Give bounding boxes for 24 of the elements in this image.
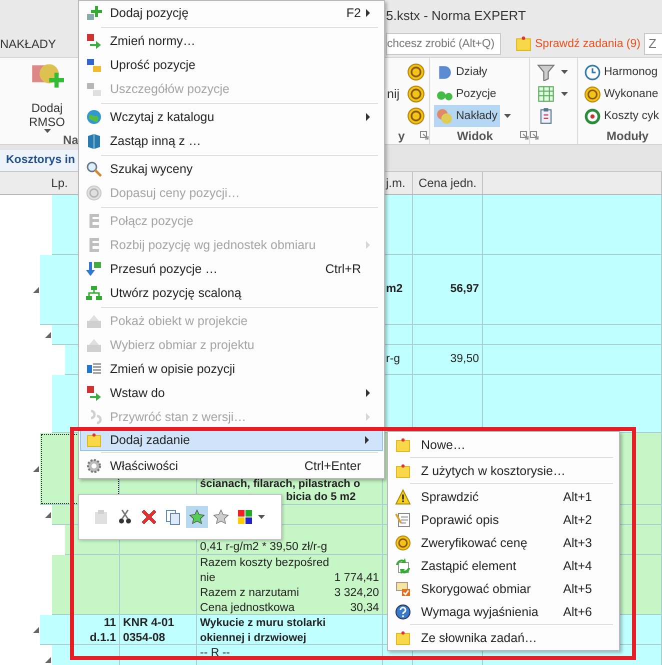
group-label: Na <box>62 133 78 144</box>
cell-text: 56,97 <box>450 282 479 297</box>
window-title: 5.kstx - Norma EXPERT <box>386 8 526 22</box>
group-label: Widok <box>456 128 494 142</box>
summary-label: Razem koszty bezpośred <box>200 556 330 571</box>
cell-text: Wykucie z muru stolarki okiennej i drzwiowej <box>200 616 327 644</box>
summary-label: Razem z narzutami <box>200 586 300 601</box>
summary-label: Cena jednostkowa <box>200 601 295 614</box>
cell-text: r-g <box>386 352 402 367</box>
cell-text: 0,41 r-g/m2 * 39,50 zł/r-g <box>200 541 328 554</box>
summary-value: 30,34 <box>350 601 379 614</box>
cell-text: ścianach, filarach, pilastrach o <box>200 478 362 491</box>
summary-label: nie <box>200 571 216 586</box>
cell-text: -- R -- <box>200 646 232 661</box>
group-label: y <box>397 128 406 142</box>
ribbon-label: nij <box>387 87 400 101</box>
summary-value: 3 324,20 <box>334 586 379 601</box>
cell-text: bicia do 5 m2 <box>285 491 357 504</box>
cell-text: KNR 4-01 0354-08 <box>123 616 176 644</box>
cell-text: 39,50 <box>450 352 479 367</box>
summary-value: 1 774,41 <box>334 571 379 586</box>
group-label: Moduły <box>606 128 650 142</box>
cell-text: 11 d.1.1 <box>90 616 116 644</box>
cell-text: m2 <box>386 282 404 297</box>
